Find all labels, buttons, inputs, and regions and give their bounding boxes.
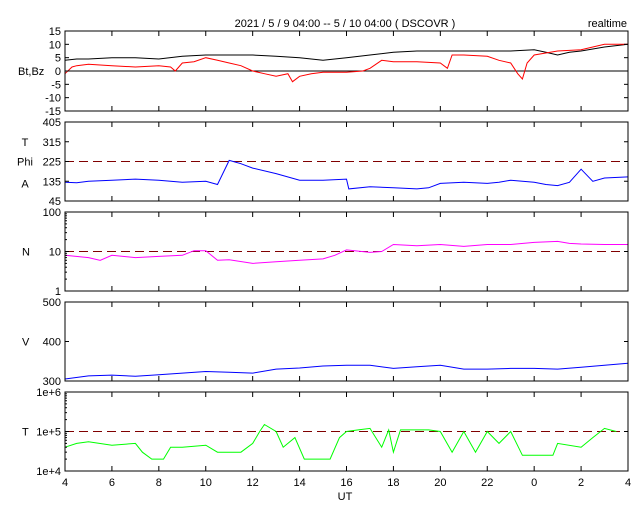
y-tick-label: 225 — [43, 157, 61, 169]
series-t-line — [64, 423, 617, 460]
y-tick-label: 10 — [49, 247, 61, 259]
y-tick-label: 0 — [55, 66, 61, 78]
panel-temperature: 1e+6 1e+5 1e+4 T — [22, 387, 629, 478]
panel-phi: 40531522513545T Phi A — [17, 117, 629, 208]
realtime-badge: realtime — [588, 18, 627, 30]
series-bz-line — [64, 43, 628, 83]
series-n-line — [64, 240, 628, 264]
x-axis-label: UT — [338, 491, 353, 503]
x-tick-label: 8 — [156, 477, 162, 489]
x-tick-label: 0 — [531, 477, 537, 489]
y-axis-label: T Phi A — [17, 137, 33, 191]
x-tick-label: 4 — [62, 477, 68, 489]
y-tick-label: 100 — [43, 207, 61, 219]
x-tick-label: 22 — [481, 477, 493, 489]
y-tick-label: 1e+6 — [36, 387, 61, 399]
y-axis-label: V — [22, 337, 30, 349]
y-tick-label: 315 — [43, 137, 61, 149]
y-axis-label: T — [22, 427, 29, 439]
panel-density: 100101N — [22, 207, 629, 298]
x-tick-label: 20 — [434, 477, 446, 489]
y-tick-label: -5 — [51, 79, 61, 91]
y-tick-label: 10 — [49, 39, 61, 51]
y-axis-label: Bt,Bz — [18, 66, 44, 78]
x-tick-label: 10 — [200, 477, 212, 489]
x-tick-label: 12 — [247, 477, 259, 489]
y-tick-label: 405 — [43, 117, 61, 129]
y-tick-label: 1e+4 — [36, 466, 61, 478]
y-tick-label: -10 — [45, 93, 61, 105]
y-tick-label: 400 — [43, 337, 61, 349]
y-axis-label: N — [22, 247, 30, 259]
series-bt-line — [64, 43, 629, 61]
panel-speed: 500400300V — [22, 297, 629, 388]
panel-bt-bz: 151050-5-10-15Bt,Bz — [18, 26, 629, 118]
y-tick-label: 135 — [43, 176, 61, 188]
y-tick-label: 15 — [49, 26, 61, 38]
y-tick-label: 5 — [55, 53, 61, 65]
x-tick-label: 14 — [293, 477, 305, 489]
x-tick-label: 18 — [387, 477, 399, 489]
x-tick-label: 6 — [109, 477, 115, 489]
series-phi-line — [64, 159, 629, 190]
y-tick-label: 500 — [43, 297, 61, 309]
chart-title: 2021 / 5 / 9 04:00 -- 5 / 10 04:00 ( DSC… — [235, 18, 456, 30]
x-tick-label: 4 — [625, 477, 631, 489]
solar-wind-chart: 2021 / 5 / 9 04:00 -- 5 / 10 04:00 ( DSC… — [17, 18, 631, 503]
y-tick-label: 1e+5 — [36, 427, 61, 439]
x-tick-label: 2 — [578, 477, 584, 489]
x-tick-label: 16 — [340, 477, 352, 489]
